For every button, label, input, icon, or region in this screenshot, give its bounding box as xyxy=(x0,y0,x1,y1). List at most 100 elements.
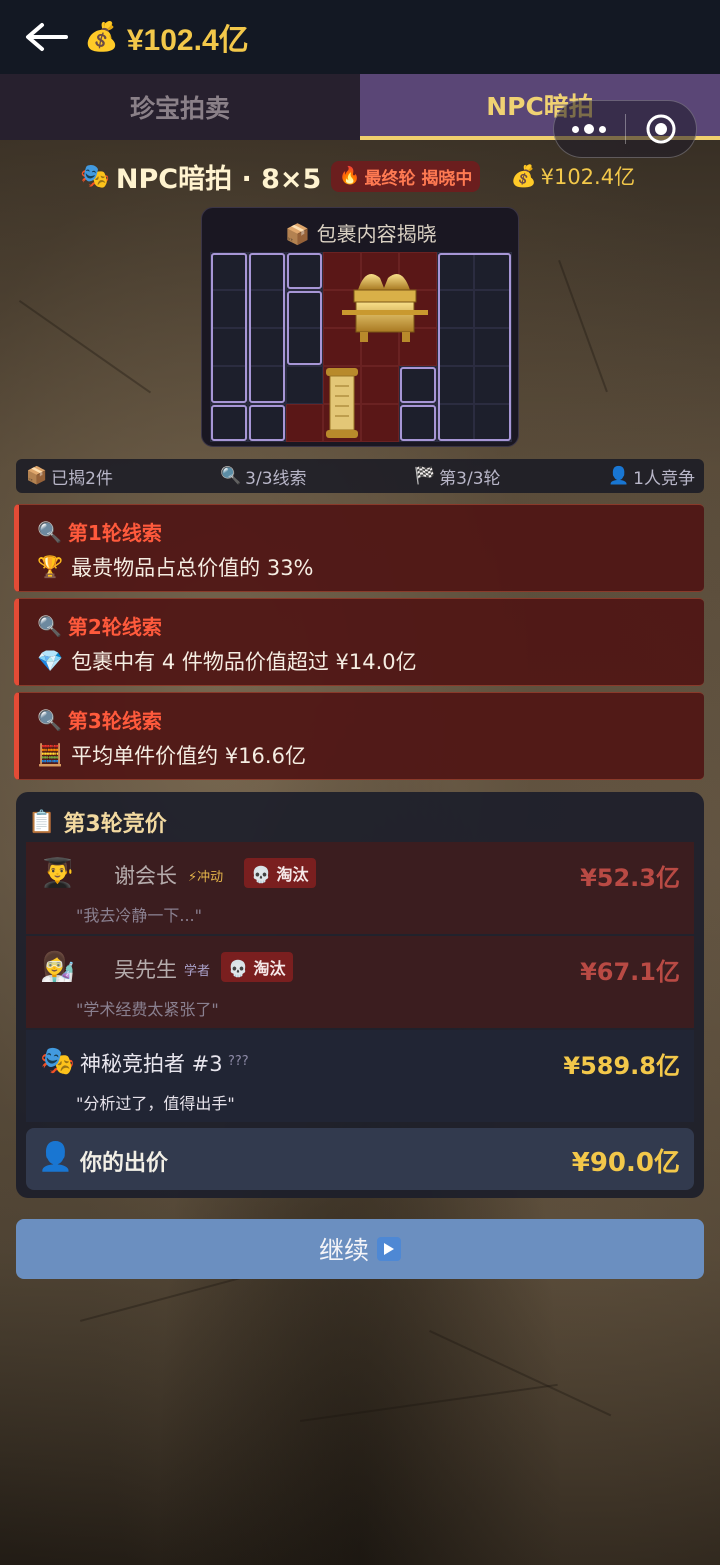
person-icon: 👤 xyxy=(608,466,630,486)
round-stat: 🏁 第3/3轮 xyxy=(414,464,501,489)
final-round-badge: 🔥 最终轮 揭晓中 xyxy=(331,160,481,192)
clues-count-stat: 🔍 3/3线索 xyxy=(220,464,307,489)
hidden-item-outline[interactable] xyxy=(248,253,285,403)
grid-cell xyxy=(361,404,399,442)
bidder-row: 👨‍🎓 谢会长 ⚡冲动 💀 淘汰 ¥52.3亿 "我去冷静一下..." xyxy=(26,842,694,934)
theater-masks-icon: 🎭 xyxy=(80,162,110,190)
magnifier-icon: 🔍 xyxy=(37,707,62,732)
package-icon: 📦 xyxy=(26,466,48,486)
hidden-item-outline[interactable] xyxy=(211,405,247,441)
top-bar: 💰 ¥102.4亿 xyxy=(0,0,720,74)
your-bid-label: 你的出价 xyxy=(80,1151,169,1176)
hidden-item-outline[interactable] xyxy=(399,405,436,441)
hidden-item-outline[interactable] xyxy=(286,291,323,365)
competitors-count: 1人竞争 xyxy=(633,468,695,489)
money-bag-icon: 💰 xyxy=(84,20,119,53)
clue-card-round-2: 🔍 第2轮线索 💎 包裹中有 4 件物品价值超过 ¥14.0亿 xyxy=(14,598,704,686)
header-balance-value: ¥102.4亿 xyxy=(540,165,636,189)
grid-cell xyxy=(285,404,324,442)
hidden-item-outline[interactable] xyxy=(286,253,323,289)
bidder-trait: ⚡冲动 xyxy=(188,870,224,885)
trophy-icon: 🏆 xyxy=(37,554,64,579)
clue-text: 💎 包裹中有 4 件物品价值超过 ¥14.0亿 xyxy=(37,646,417,676)
clipboard-icon: 📋 xyxy=(28,809,56,835)
bidder-quote: "学术经费太紧张了" xyxy=(76,1000,219,1019)
bidder-row: 👩‍🔬 吴先生 学者 💀 淘汰 ¥67.1亿 "学术经费太紧张了" xyxy=(26,936,694,1028)
magnifier-icon: 🔍 xyxy=(37,613,62,638)
final-round-label: 最终轮 揭晓中 xyxy=(364,168,473,189)
bidder-name: 谢会长 xyxy=(114,864,177,888)
play-icon xyxy=(377,1237,401,1261)
hidden-item-outline[interactable] xyxy=(211,253,247,403)
tab-treasure-auction[interactable]: 珍宝拍卖 xyxy=(0,74,360,140)
clue-text: 🧮 平均单件价值约 ¥16.6亿 xyxy=(37,740,306,770)
clue-text-label: 平均单件价值约 ¥16.6亿 xyxy=(71,744,306,768)
scroll-treasure-item[interactable] xyxy=(322,366,362,440)
theater-masks-icon: 🎭 xyxy=(40,1044,75,1077)
round-count: 第3/3轮 xyxy=(439,468,501,489)
package-reveal-panel: 📦 包裹内容揭晓 xyxy=(201,207,519,447)
grid-cell xyxy=(285,366,324,404)
clue-title-label: 第3轮线索 xyxy=(67,709,162,733)
magnifier-icon: 🔍 xyxy=(220,466,242,486)
page-title: NPC暗拍 · 8×5 xyxy=(115,163,322,195)
clue-title-label: 第1轮线索 xyxy=(67,521,162,545)
bidder-name: 神秘竞拍者 #3 xyxy=(80,1052,223,1076)
continue-button[interactable]: 继续 xyxy=(16,1219,704,1279)
checkered-flag-icon: 🏁 xyxy=(414,466,436,486)
bidder-amount: ¥52.3亿 xyxy=(580,864,680,892)
continue-label: 继续 xyxy=(318,1236,369,1265)
auction-header: 🎭 NPC暗拍 · 8×5 🔥 最终轮 揭晓中 💰 ¥102.4亿 xyxy=(80,156,635,196)
your-bid-row: 👤 你的出价 ¥90.0亿 xyxy=(26,1128,694,1190)
package-grid xyxy=(210,252,512,442)
clue-title-label: 第2轮线索 xyxy=(67,615,162,639)
bidder-name: 吴先生 xyxy=(114,958,177,982)
header-balance: 💰 ¥102.4亿 xyxy=(510,161,635,191)
bidder-amount: ¥67.1亿 xyxy=(580,958,680,986)
close-miniprogram-icon[interactable] xyxy=(626,100,697,158)
hidden-item-outline[interactable] xyxy=(437,253,511,441)
top-balance: ¥102.4亿 xyxy=(126,24,249,57)
bidder-row: 🎭 神秘竞拍者 #3 ??? ¥589.8亿 "分析过了，值得出手" xyxy=(26,1030,694,1122)
auction-stats-bar: 📦 已揭2件 🔍 3/3线索 🏁 第3/3轮 👤 1人竞争 xyxy=(16,459,704,493)
back-arrow-icon[interactable] xyxy=(22,17,70,57)
clue-card-round-3: 🔍 第3轮线索 🧮 平均单件价值约 ¥16.6亿 xyxy=(14,692,704,780)
eliminated-badge: 💀 淘汰 xyxy=(244,858,316,888)
bidding-title: 📋 第3轮竞价 xyxy=(28,806,167,838)
clues-count: 3/3线索 xyxy=(245,468,307,489)
bidder-quote: "我去冷静一下..." xyxy=(76,906,202,925)
bidder-trait: 学者 xyxy=(184,964,211,979)
competitors-stat: 👤 1人竞争 xyxy=(608,464,695,489)
more-options-icon[interactable] xyxy=(554,100,625,158)
clue-card-round-1: 🔍 第1轮线索 🏆 最贵物品占总价值的 33% xyxy=(14,504,704,592)
abacus-icon: 🧮 xyxy=(37,742,64,767)
clue-text-label: 最贵物品占总价值的 33% xyxy=(71,556,314,580)
bidder-trait: ??? xyxy=(228,1054,249,1069)
hidden-item-outline[interactable] xyxy=(399,367,436,403)
eliminated-badge: 💀 淘汰 xyxy=(221,952,293,982)
scholar-avatar-icon: 👨‍🎓 xyxy=(40,856,75,889)
clue-title: 🔍 第2轮线索 xyxy=(37,611,162,640)
bidder-quote: "分析过了，值得出手" xyxy=(76,1094,235,1113)
bidding-title-label: 第3轮竞价 xyxy=(63,812,167,837)
diamond-icon: 💎 xyxy=(37,648,64,673)
clue-title: 🔍 第1轮线索 xyxy=(37,517,162,546)
scientist-avatar-icon: 👩‍🔬 xyxy=(40,950,75,983)
bidder-amount: ¥589.8亿 xyxy=(563,1052,680,1080)
fire-icon: 🔥 xyxy=(339,166,361,186)
ark-treasure-item[interactable] xyxy=(336,260,434,348)
user-silhouette-icon: 👤 xyxy=(38,1140,73,1173)
clue-title: 🔍 第3轮线索 xyxy=(37,705,162,734)
revealed-count: 已揭2件 xyxy=(51,468,113,489)
magnifier-icon: 🔍 xyxy=(37,519,62,544)
revealed-count-stat: 📦 已揭2件 xyxy=(26,464,113,489)
miniprogram-capsule xyxy=(553,100,697,158)
clue-text-label: 包裹中有 4 件物品价值超过 ¥14.0亿 xyxy=(71,650,417,674)
grid-cell xyxy=(361,366,399,404)
clue-text: 🏆 最贵物品占总价值的 33% xyxy=(37,552,314,582)
reveal-title-label: 包裹内容揭晓 xyxy=(316,222,437,246)
bidding-panel: 📋 第3轮竞价 👨‍🎓 谢会长 ⚡冲动 💀 淘汰 ¥52.3亿 "我去冷静一下.… xyxy=(16,792,704,1198)
money-bag-icon: 💰 xyxy=(510,163,537,188)
reveal-title: 📦 包裹内容揭晓 xyxy=(202,218,520,247)
hidden-item-outline[interactable] xyxy=(248,405,285,441)
